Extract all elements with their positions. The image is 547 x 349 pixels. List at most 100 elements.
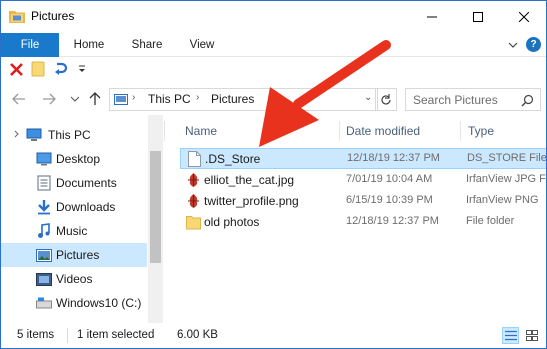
status-item-count: 5 items bbox=[17, 329, 55, 341]
status-size: 6.00 KB bbox=[177, 329, 218, 341]
file-name: .DS_Store bbox=[205, 152, 261, 166]
refresh-button[interactable] bbox=[375, 88, 397, 111]
nav-item-label: Downloads bbox=[56, 200, 116, 214]
expand-chevron-icon[interactable] bbox=[9, 126, 25, 142]
expand-ribbon-icon[interactable] bbox=[506, 39, 520, 51]
file-date: 12/18/19 12:37 PM bbox=[346, 215, 439, 227]
blank-file-icon bbox=[187, 151, 202, 167]
close-button[interactable] bbox=[501, 1, 546, 33]
undo-icon[interactable] bbox=[51, 60, 69, 78]
pictures-icon bbox=[36, 247, 52, 263]
nav-item-label: Documents bbox=[56, 176, 117, 190]
nav-item-pictures[interactable]: Pictures bbox=[1, 243, 147, 267]
status-divider bbox=[67, 328, 68, 343]
status-bar: 5 items 1 item selected 6.00 KB bbox=[1, 323, 546, 348]
nav-item-this-pc[interactable]: This PC bbox=[1, 123, 147, 147]
file-row-twitter-profile[interactable]: twitter_profile.png 6/15/19 10:39 PM Irf… bbox=[180, 191, 546, 212]
minimize-button[interactable] bbox=[409, 1, 455, 33]
file-name: elliot_the_cat.jpg bbox=[204, 173, 295, 187]
music-icon bbox=[36, 223, 52, 239]
nav-item-label: Desktop bbox=[56, 152, 101, 166]
column-date-header[interactable]: Date modified bbox=[346, 119, 420, 143]
file-name: old photos bbox=[204, 215, 260, 229]
breadcrumb-this-pc[interactable]: This PC bbox=[148, 92, 191, 106]
ribbon-tabs: File Home Share View ? bbox=[1, 33, 546, 57]
nav-item-videos[interactable]: Videos bbox=[1, 267, 147, 291]
search-placeholder: Search Pictures bbox=[413, 93, 498, 107]
search-input[interactable]: Search Pictures bbox=[405, 88, 541, 111]
nav-item-desktop[interactable]: Desktop bbox=[1, 147, 147, 171]
file-date: 12/18/19 12:37 PM bbox=[347, 152, 440, 164]
nav-item-windows10-c[interactable]: Windows10 (C:) bbox=[1, 291, 147, 315]
file-type: IrfanView PNG bbox=[466, 194, 539, 206]
new-folder-icon[interactable] bbox=[29, 60, 47, 78]
maximize-button[interactable] bbox=[455, 1, 501, 33]
file-row-elliot-the-cat[interactable]: elliot_the_cat.jpg 7/01/19 10:04 AM Irfa… bbox=[180, 170, 546, 191]
details-view-icon bbox=[504, 330, 517, 341]
column-divider[interactable] bbox=[339, 121, 340, 141]
nav-item-label: Windows10 (C:) bbox=[56, 296, 142, 310]
file-type: File folder bbox=[466, 215, 515, 227]
delete-icon[interactable] bbox=[7, 60, 25, 78]
back-arrow-icon[interactable] bbox=[9, 89, 29, 109]
navigation-scrollbar[interactable] bbox=[148, 115, 163, 323]
forward-arrow-icon[interactable] bbox=[39, 89, 59, 109]
downloads-icon bbox=[36, 199, 52, 215]
documents-icon bbox=[36, 175, 52, 191]
address-bar[interactable]: › This PC › Pictures ⌄ bbox=[109, 88, 378, 111]
file-row-ds-store[interactable]: .DS_Store 12/18/19 12:37 PM DS_STORE Fil… bbox=[180, 148, 546, 169]
file-date: 7/01/19 10:04 AM bbox=[346, 173, 433, 185]
file-type: DS_STORE File bbox=[467, 152, 546, 164]
irfanview-icon bbox=[186, 172, 201, 188]
customize-toolbar-icon[interactable] bbox=[73, 60, 91, 78]
address-row: › This PC › Pictures ⌄ Search Pictures bbox=[1, 83, 546, 115]
refresh-icon bbox=[381, 93, 391, 105]
nav-item-partial[interactable] bbox=[1, 315, 147, 323]
tab-view[interactable]: View bbox=[187, 33, 217, 57]
column-divider[interactable] bbox=[460, 121, 461, 141]
nav-item-label: Videos bbox=[56, 272, 93, 286]
title-bar[interactable]: Pictures bbox=[1, 1, 546, 33]
pictures-location-icon bbox=[114, 94, 128, 105]
file-row-old-photos[interactable]: old photos 12/18/19 12:37 PM File folder bbox=[180, 212, 546, 233]
nav-item-label: Music bbox=[56, 224, 88, 238]
breadcrumb-pictures[interactable]: Pictures bbox=[211, 92, 254, 106]
column-name-header[interactable]: Name bbox=[185, 119, 217, 143]
drive-icon bbox=[36, 295, 52, 311]
folder-pictures-icon bbox=[9, 10, 25, 23]
navigation-pane: This PC Desktop Documents Downloads Musi… bbox=[1, 115, 163, 323]
up-arrow-icon[interactable] bbox=[85, 89, 105, 109]
breadcrumb-separator: › bbox=[196, 92, 200, 103]
details-view-button[interactable] bbox=[502, 327, 519, 344]
file-name: twitter_profile.png bbox=[204, 194, 299, 208]
help-icon[interactable]: ? bbox=[526, 37, 541, 52]
computer-icon bbox=[26, 127, 42, 143]
quick-access-toolbar bbox=[1, 57, 546, 81]
nav-item-label: Pictures bbox=[56, 248, 100, 262]
large-icons-view-button[interactable] bbox=[523, 327, 540, 344]
tab-file[interactable]: File bbox=[1, 33, 59, 57]
address-dropdown-icon[interactable]: ⌄ bbox=[364, 92, 372, 103]
folder-icon bbox=[186, 214, 201, 230]
explorer-window: Pictures File Home Share View ? › This P… bbox=[0, 0, 547, 349]
large-icons-view-icon bbox=[525, 330, 538, 341]
nav-item-documents[interactable]: Documents bbox=[1, 171, 147, 195]
tab-home[interactable]: Home bbox=[71, 33, 107, 57]
column-type-header[interactable]: Type bbox=[468, 119, 494, 143]
column-divider bbox=[164, 121, 165, 141]
status-selection: 1 item selected bbox=[77, 329, 155, 341]
search-icon[interactable] bbox=[521, 94, 534, 107]
nav-item-downloads[interactable]: Downloads bbox=[1, 195, 147, 219]
window-title: Pictures bbox=[31, 9, 75, 23]
recent-locations-icon[interactable] bbox=[65, 89, 85, 109]
file-type: IrfanView JPG F bbox=[466, 173, 546, 185]
videos-icon bbox=[36, 271, 52, 287]
breadcrumb-separator: › bbox=[132, 92, 136, 103]
nav-item-label: This PC bbox=[48, 128, 91, 142]
irfanview-icon bbox=[186, 193, 201, 209]
scrollbar-thumb[interactable] bbox=[150, 151, 161, 263]
file-date: 6/15/19 10:39 PM bbox=[346, 194, 433, 206]
nav-item-music[interactable]: Music bbox=[1, 219, 147, 243]
tab-share[interactable]: Share bbox=[129, 33, 165, 57]
desktop-icon bbox=[36, 151, 52, 167]
